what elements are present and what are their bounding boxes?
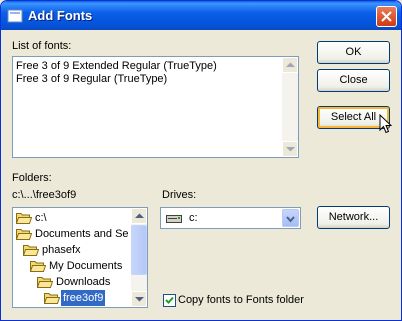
drives-label: Drives: [162, 189, 197, 201]
hard-drive-icon [166, 215, 182, 223]
folders-scrollbar[interactable] [131, 208, 147, 307]
checkmark-icon [165, 296, 174, 304]
close-window-button[interactable] [376, 6, 397, 27]
up-arrow-icon [135, 213, 144, 218]
add-fonts-dialog: Add Fonts List of fonts: Free 3 of 9 Ext… [0, 0, 402, 321]
chevron-down-icon [286, 216, 295, 223]
scroll-up-button[interactable] [131, 208, 147, 224]
close-button[interactable]: Close [317, 69, 390, 92]
folders-tree[interactable]: c:\ Documents and Se phasefx My Documents Do… [12, 207, 148, 308]
open-folder-icon [23, 245, 39, 256]
folder-label: Documents and Se [35, 228, 129, 240]
scroll-up-button[interactable] [282, 57, 298, 73]
open-folder-icon [30, 261, 46, 272]
copy-fonts-checkbox[interactable] [163, 294, 176, 307]
folders-label: Folders: [12, 172, 52, 184]
open-folder-icon [16, 229, 32, 240]
open-folder-icon [44, 293, 60, 304]
title-bar[interactable]: Add Fonts [1, 1, 401, 30]
up-arrow-icon [286, 62, 295, 67]
window-app-icon [7, 9, 23, 23]
scroll-down-button[interactable] [131, 291, 147, 307]
font-item[interactable]: Free 3 of 9 Regular (TrueType) [16, 73, 167, 85]
scroll-down-button[interactable] [282, 141, 298, 157]
folder-label: Downloads [56, 276, 111, 288]
fonts-list-label: List of fonts: [12, 40, 72, 52]
mouse-cursor-icon [379, 114, 393, 134]
folder-label: My Documents [49, 260, 123, 272]
dropdown-button[interactable] [282, 209, 299, 227]
down-arrow-icon [135, 297, 144, 302]
fonts-scrollbar[interactable] [282, 57, 298, 157]
down-arrow-icon [286, 147, 295, 152]
ok-button[interactable]: OK [317, 41, 390, 64]
selected-drive: c: [189, 212, 198, 224]
network-button[interactable]: Network... [317, 206, 390, 229]
window-title: Add Fonts [28, 8, 93, 23]
folder-label: free3of9 [61, 290, 106, 306]
current-folder-path: c:\...\free3of9 [12, 189, 77, 201]
copy-fonts-label[interactable]: Copy fonts to Fonts folder [178, 294, 304, 306]
folder-label: phasefx [42, 244, 81, 256]
folder-label: c:\ [35, 212, 47, 224]
scroll-thumb[interactable] [131, 225, 147, 275]
drives-dropdown[interactable]: c: [160, 207, 301, 229]
close-icon [381, 11, 392, 22]
open-folder-icon [37, 277, 53, 288]
open-folder-icon [16, 213, 32, 224]
font-item[interactable]: Free 3 of 9 Extended Regular (TrueType) [16, 60, 217, 72]
fonts-listbox[interactable]: Free 3 of 9 Extended Regular (TrueType) … [12, 56, 299, 158]
